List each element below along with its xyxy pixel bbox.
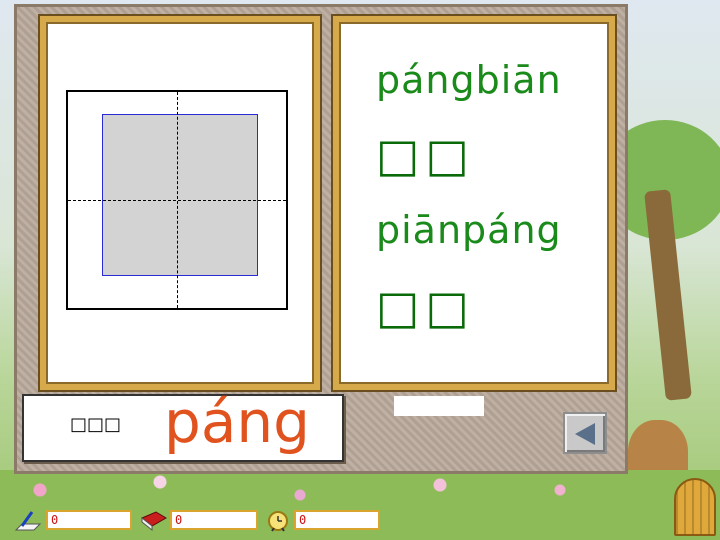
word-1-pinyin[interactable]: pángbiān — [376, 58, 562, 102]
back-button[interactable] — [563, 412, 607, 454]
clock-counter: 0 — [294, 510, 380, 530]
current-syllable[interactable]: páng — [164, 388, 310, 456]
book-counter: 0 — [170, 510, 258, 530]
word-2-pinyin[interactable]: piānpáng — [376, 208, 562, 252]
blank-bar — [394, 396, 484, 416]
alarm-clock-icon[interactable] — [264, 508, 292, 532]
door-icon[interactable] — [674, 478, 716, 536]
current-syllable-box: □□□ páng — [22, 388, 344, 462]
pencil-paper-icon[interactable] — [14, 508, 42, 532]
word-2-hanzi[interactable]: □□ — [376, 280, 475, 334]
word-1-hanzi[interactable]: □□ — [376, 128, 475, 182]
character-stroke-area — [102, 114, 258, 276]
syllable-label: □□□ — [70, 414, 122, 435]
writing-counter: 0 — [46, 510, 132, 530]
grid-horizontal-guide — [68, 200, 286, 201]
book-icon[interactable] — [140, 508, 168, 532]
back-arrow-icon — [575, 423, 595, 445]
